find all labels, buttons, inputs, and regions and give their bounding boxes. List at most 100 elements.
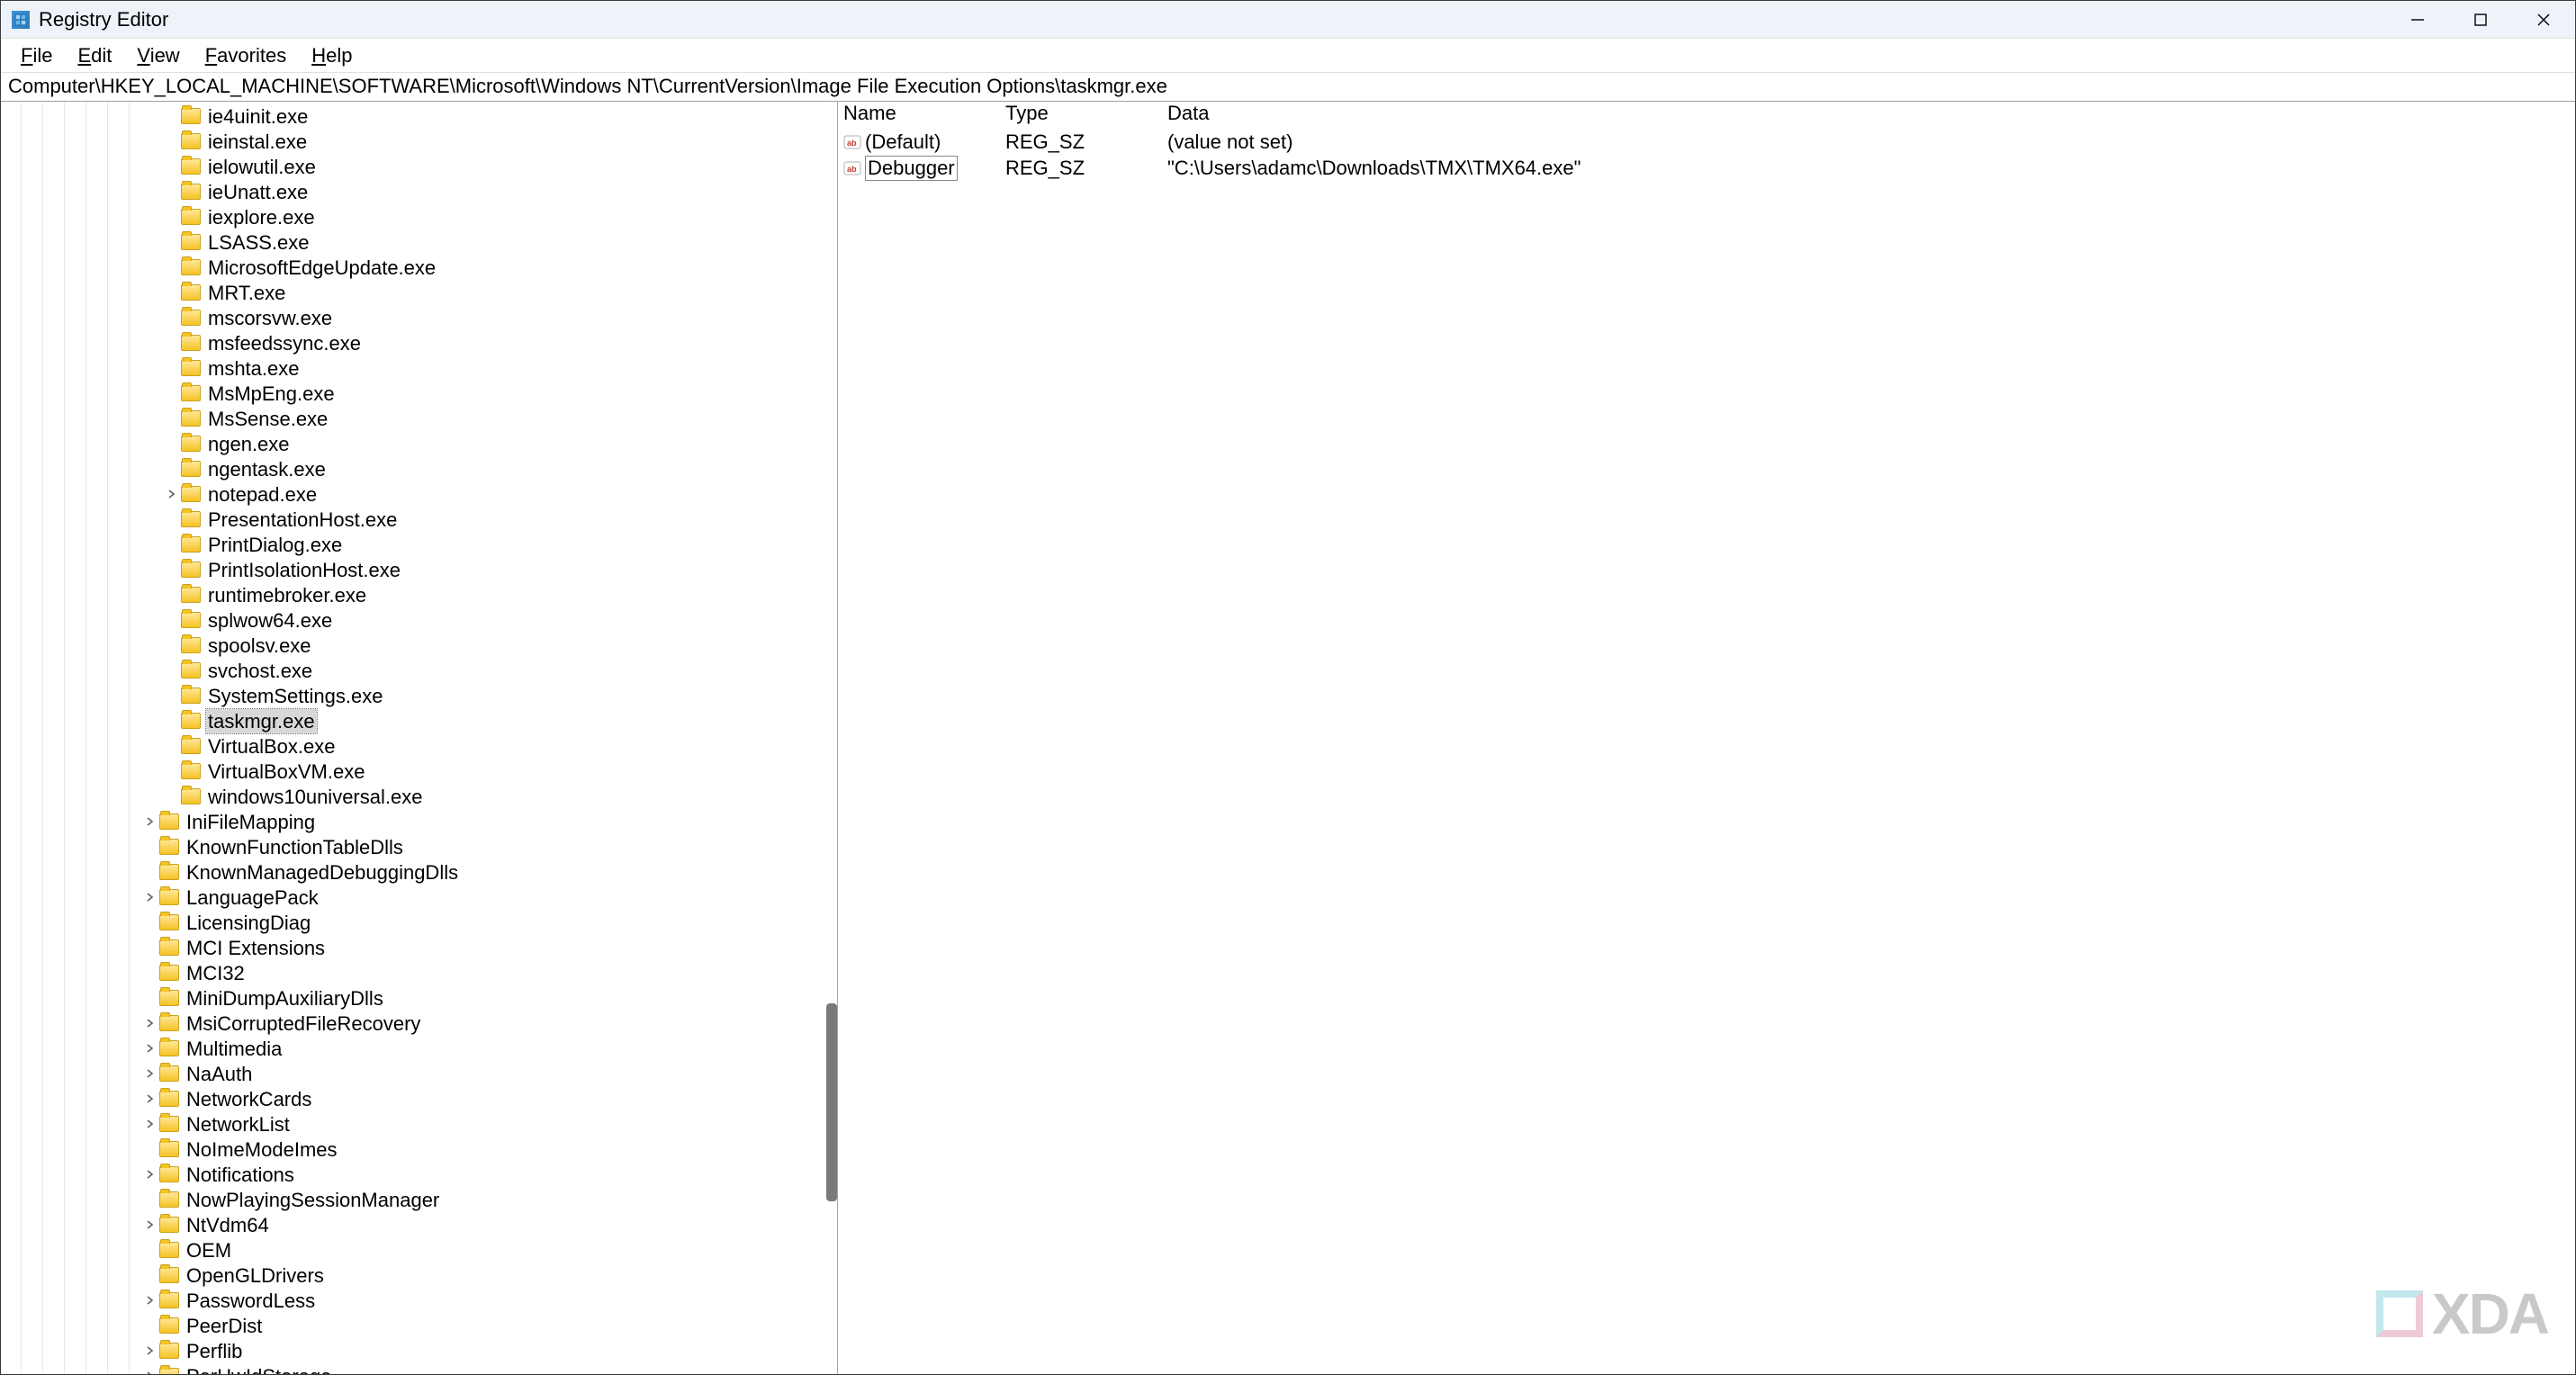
tree-expander[interactable] [141, 1069, 159, 1078]
folder-icon [159, 1015, 179, 1031]
tree-label: LSASS.exe [206, 230, 311, 255]
folder-icon [181, 410, 201, 427]
tree-item[interactable]: ngentask.exe [1, 456, 837, 481]
tree-item[interactable]: Perflib [1, 1338, 837, 1363]
tree-item[interactable]: splwow64.exe [1, 607, 837, 633]
tree-item[interactable]: NtVdm64 [1, 1212, 837, 1237]
tree-item[interactable]: mscorsvw.exe [1, 305, 837, 330]
tree-item[interactable]: NetworkCards [1, 1086, 837, 1111]
tree-item[interactable]: ngen.exe [1, 431, 837, 456]
tree-item[interactable]: MRT.exe [1, 280, 837, 305]
list-row[interactable]: abDebuggerREG_SZ"C:\Users\adamc\Download… [838, 155, 2575, 181]
tree-expander[interactable] [141, 1119, 159, 1128]
tree-item[interactable]: KnownManagedDebuggingDlls [1, 859, 837, 885]
folder-icon [159, 839, 179, 855]
chevron-right-icon [146, 1019, 155, 1028]
tree-label: MCI32 [185, 961, 247, 985]
tree-item[interactable]: Multimedia [1, 1036, 837, 1061]
tree-item[interactable]: OEM [1, 1237, 837, 1263]
menu-file[interactable]: File [8, 40, 65, 71]
tree-item[interactable]: Notifications [1, 1162, 837, 1187]
tree-item[interactable]: VirtualBox.exe [1, 733, 837, 759]
tree-item[interactable]: ieinstal.exe [1, 129, 837, 154]
tree-item[interactable]: OpenGLDrivers [1, 1263, 837, 1288]
tree-item[interactable]: PeerDist [1, 1313, 837, 1338]
folder-icon [181, 385, 201, 401]
list-row[interactable]: ab(Default)REG_SZ(value not set) [838, 129, 2575, 155]
tree-label: PresentationHost.exe [206, 508, 399, 532]
tree-item[interactable]: KnownFunctionTableDlls [1, 834, 837, 859]
tree-expander[interactable] [141, 1371, 159, 1374]
tree-item[interactable]: NetworkList [1, 1111, 837, 1137]
folder-icon [181, 133, 201, 149]
menubar: File Edit View Favorites Help [1, 39, 2575, 73]
tree-item[interactable]: mshta.exe [1, 355, 837, 381]
tree-item[interactable]: MsSense.exe [1, 406, 837, 431]
tree-item[interactable]: NaAuth [1, 1061, 837, 1086]
tree-item[interactable]: MsiCorruptedFileRecovery [1, 1011, 837, 1036]
folder-icon [181, 511, 201, 527]
tree-label: NetworkCards [185, 1087, 313, 1111]
tree-item[interactable]: ieUnatt.exe [1, 179, 837, 204]
menu-favorites[interactable]: Favorites [193, 40, 300, 71]
tree-expander[interactable] [141, 893, 159, 902]
tree-item[interactable]: NowPlayingSessionManager [1, 1187, 837, 1212]
tree-item[interactable]: PresentationHost.exe [1, 507, 837, 532]
tree-item[interactable]: msfeedssync.exe [1, 330, 837, 355]
tree-item[interactable]: ie4uinit.exe [1, 103, 837, 129]
tree-item[interactable]: MiniDumpAuxiliaryDlls [1, 985, 837, 1011]
folder-icon [181, 587, 201, 603]
tree-item[interactable]: spoolsv.exe [1, 633, 837, 658]
minimize-button[interactable] [2386, 1, 2449, 39]
tree-item[interactable]: IniFileMapping [1, 809, 837, 834]
folder-icon [181, 158, 201, 175]
tree-item[interactable]: LicensingDiag [1, 910, 837, 935]
tree-expander[interactable] [141, 1044, 159, 1053]
tree-item[interactable]: LanguagePack [1, 885, 837, 910]
menu-view[interactable]: View [124, 40, 192, 71]
tree-expander[interactable] [141, 1296, 159, 1305]
registry-tree[interactable]: ie4uinit.exeieinstal.exeielowutil.exeieU… [1, 102, 837, 1374]
tree-expander[interactable] [141, 1170, 159, 1179]
maximize-button[interactable] [2449, 1, 2512, 39]
window-title: Registry Editor [39, 8, 168, 31]
tree-label: MsSense.exe [206, 407, 329, 431]
tree-expander[interactable] [141, 817, 159, 826]
close-button[interactable] [2512, 1, 2575, 39]
tree-item[interactable]: svchost.exe [1, 658, 837, 683]
tree-item[interactable]: NoImeModeImes [1, 1137, 837, 1162]
tree-item[interactable]: VirtualBoxVM.exe [1, 759, 837, 784]
tree-item[interactable]: PrintDialog.exe [1, 532, 837, 557]
tree-item[interactable]: PasswordLess [1, 1288, 837, 1313]
chevron-right-icon [146, 1119, 155, 1128]
tree-scrollbar[interactable] [826, 102, 837, 1374]
tree-item[interactable]: notepad.exe [1, 481, 837, 507]
tree-item[interactable]: runtimebroker.exe [1, 582, 837, 607]
tree-item[interactable]: ielowutil.exe [1, 154, 837, 179]
tree-expander[interactable] [163, 490, 181, 499]
tree-expander[interactable] [141, 1346, 159, 1355]
tree-item[interactable]: MCI32 [1, 960, 837, 985]
header-type[interactable]: Type [1000, 102, 1162, 125]
scrollbar-thumb[interactable] [826, 1003, 837, 1201]
address-bar[interactable]: Computer\HKEY_LOCAL_MACHINE\SOFTWARE\Mic… [1, 73, 2575, 102]
menu-edit[interactable]: Edit [65, 40, 124, 71]
tree-item[interactable]: MsMpEng.exe [1, 381, 837, 406]
tree-item[interactable]: LSASS.exe [1, 229, 837, 255]
header-name[interactable]: Name [838, 102, 1000, 125]
tree-item[interactable]: PrintIsolationHost.exe [1, 557, 837, 582]
tree-item[interactable]: PerHwIdStorage [1, 1363, 837, 1374]
chevron-right-icon [146, 1094, 155, 1103]
tree-item[interactable]: windows10universal.exe [1, 784, 837, 809]
header-data[interactable]: Data [1162, 102, 2575, 125]
folder-icon [181, 612, 201, 628]
tree-item[interactable]: MicrosoftEdgeUpdate.exe [1, 255, 837, 280]
tree-item[interactable]: iexplore.exe [1, 204, 837, 229]
tree-item[interactable]: MCI Extensions [1, 935, 837, 960]
tree-expander[interactable] [141, 1220, 159, 1229]
tree-item[interactable]: taskmgr.exe [1, 708, 837, 733]
tree-expander[interactable] [141, 1019, 159, 1028]
tree-item[interactable]: SystemSettings.exe [1, 683, 837, 708]
tree-expander[interactable] [141, 1094, 159, 1103]
menu-help[interactable]: Help [299, 40, 365, 71]
